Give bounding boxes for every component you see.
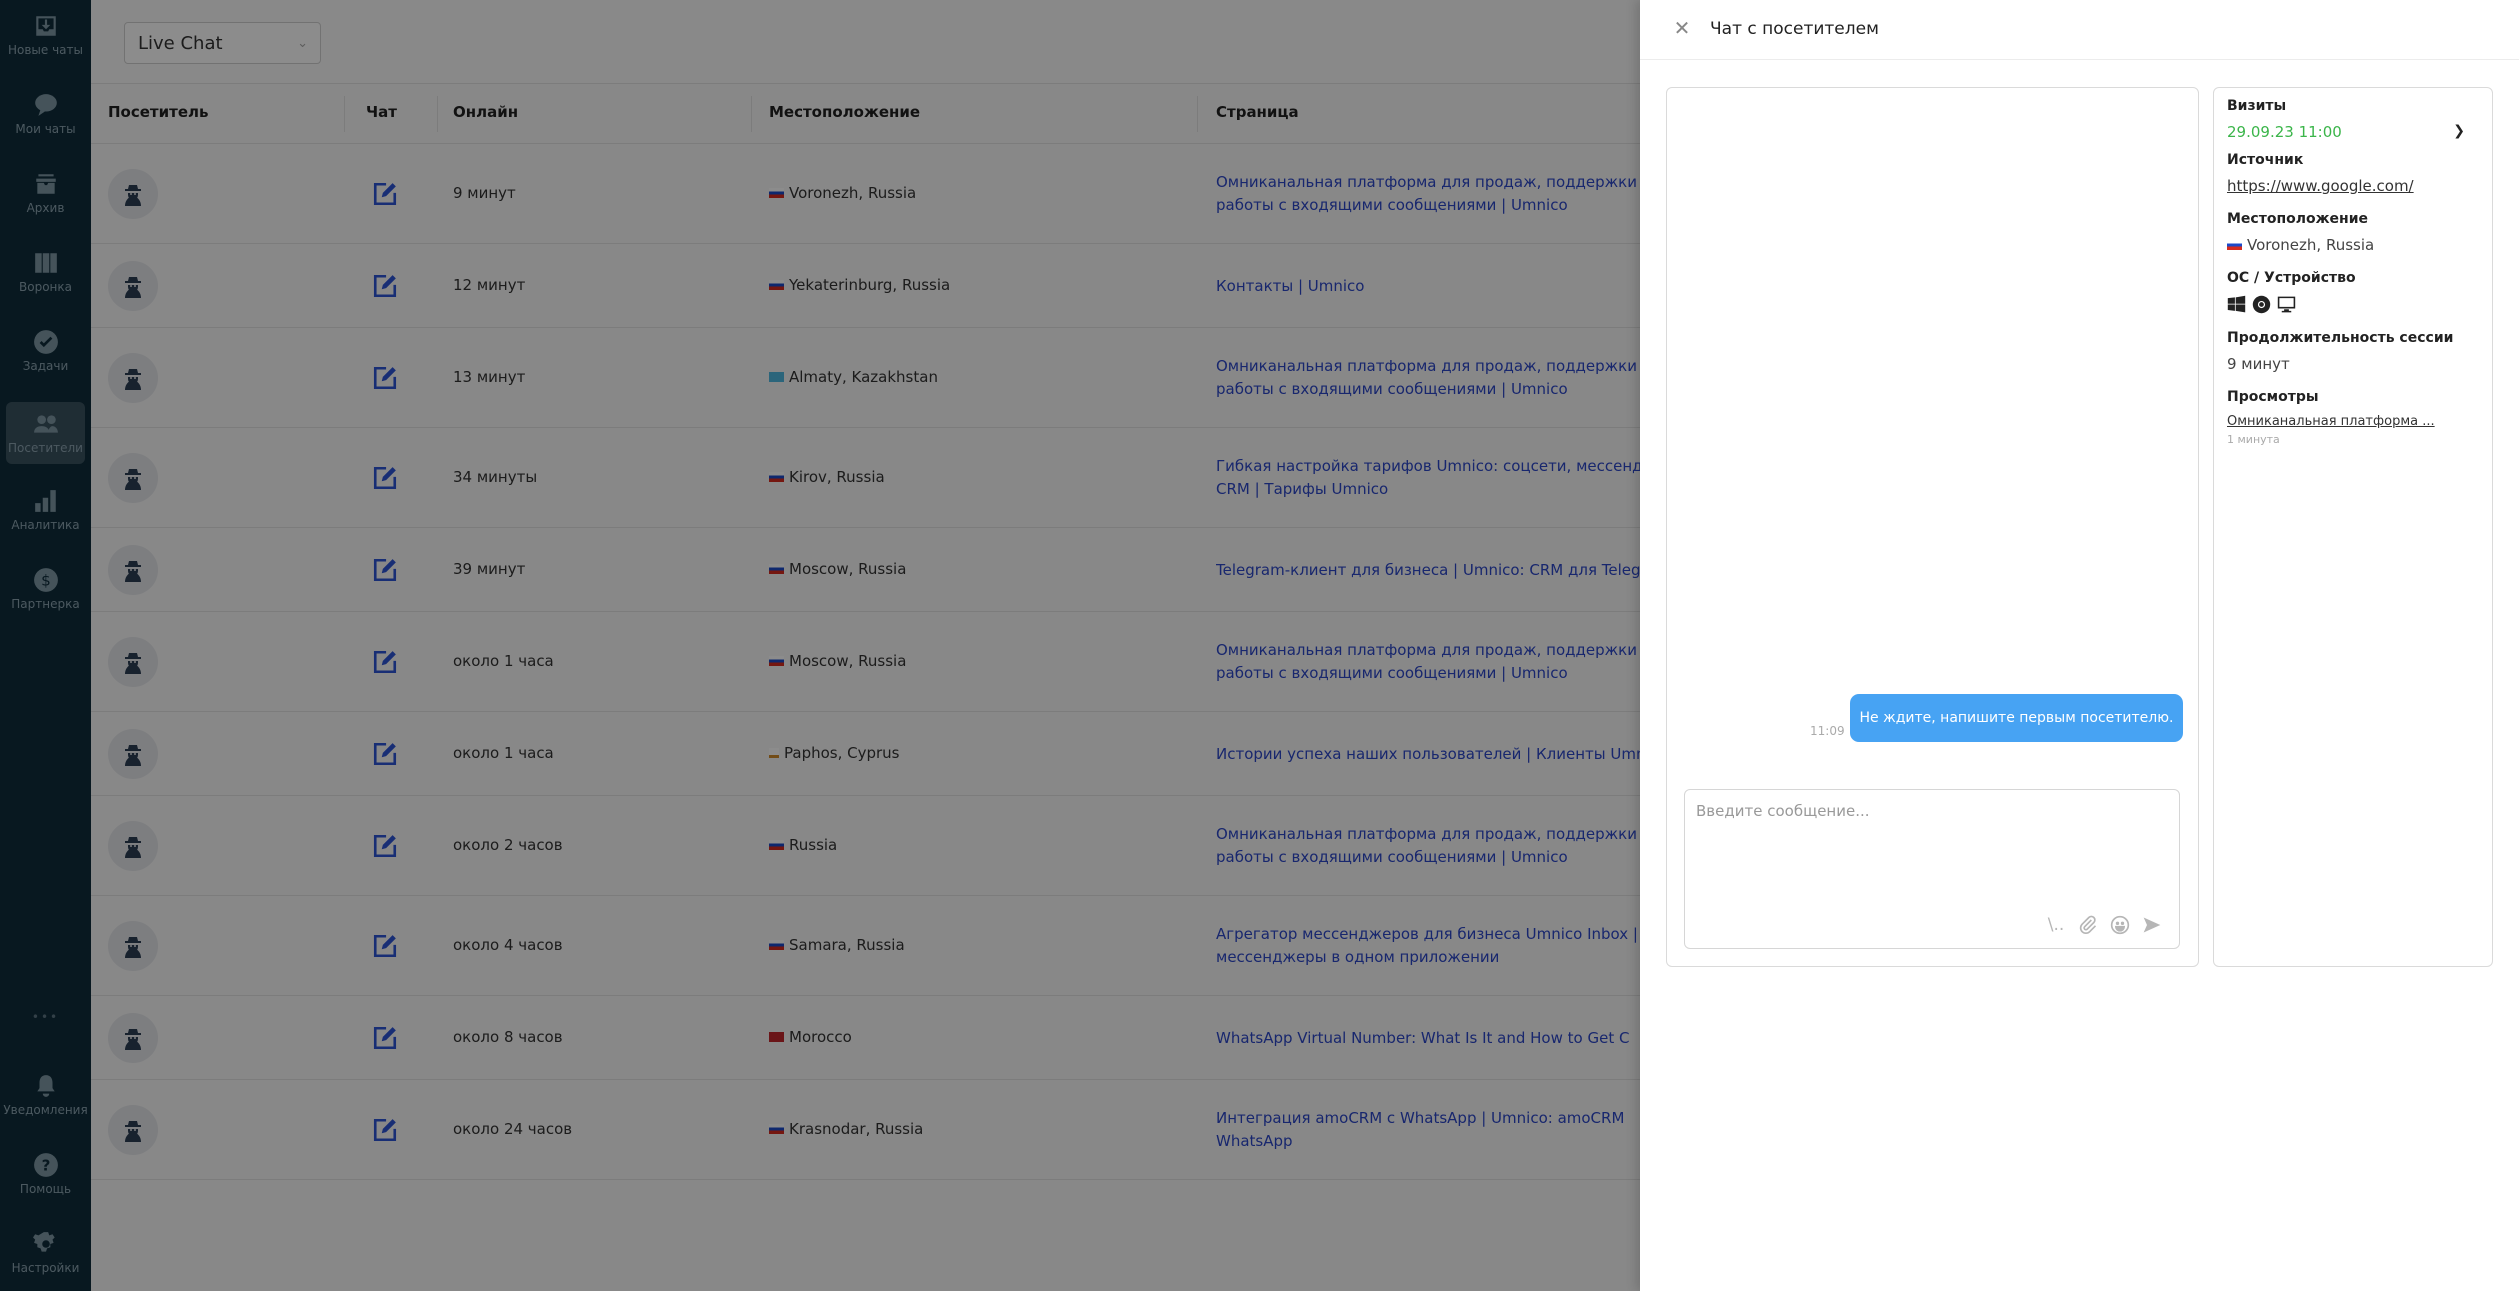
message-bubble: Не ждите, напишите первым посетителю. [1850, 694, 2183, 742]
flag-russia-icon [2227, 240, 2242, 250]
chat-panel: 11:09 Не ждите, напишите первым посетите… [1666, 87, 2199, 967]
desktop-icon [2277, 296, 2296, 313]
visitor-info-panel: Визиты 29.09.23 11:00 ❯ Источник https:/… [2213, 87, 2493, 967]
send-icon[interactable] [2141, 914, 2163, 936]
chrome-icon [2252, 295, 2271, 314]
close-icon[interactable]: ✕ [1672, 18, 1692, 38]
modal-title: Чат с посетителем [1710, 19, 1879, 39]
modal-backdrop[interactable] [0, 0, 1640, 1291]
visit-date: 29.09.23 11:00 [2227, 123, 2342, 141]
source-label: Источник [2227, 152, 2304, 168]
modal-header: ✕ Чат с посетителем [1640, 0, 2519, 60]
view-page-link[interactable]: Омниканальная платформа ... [2227, 414, 2479, 429]
chevron-down-icon[interactable]: ❯ [2453, 123, 2465, 139]
message-input[interactable] [1685, 790, 2179, 900]
view-time: 1 минута [2227, 433, 2280, 446]
windows-icon [2227, 295, 2246, 313]
source-link[interactable]: https://www.google.com/ [2227, 177, 2414, 195]
source-value: https://www.google.com/ [2227, 177, 2479, 195]
composer-toolbar: \.. [2045, 914, 2163, 936]
location-value: Voronezh, Russia [2227, 236, 2479, 254]
session-duration-label: Продолжительность сессии [2227, 330, 2454, 346]
visitor-chat-modal: ✕ Чат с посетителем 11:09 Не ждите, напи… [1640, 0, 2519, 1291]
quick-replies-icon[interactable]: \.. [2045, 914, 2067, 936]
message-text: Не ждите, напишите первым посетителю. [1859, 710, 2174, 726]
message-composer: \.. [1684, 789, 2180, 949]
visit-selector[interactable]: 29.09.23 11:00 ❯ [2227, 123, 2479, 141]
paperclip-icon[interactable] [2077, 914, 2099, 936]
emoji-icon[interactable] [2109, 914, 2131, 936]
os-device-label: ОС / Устройство [2227, 270, 2356, 286]
location-label: Местоположение [2227, 211, 2369, 227]
message-time: 11:09 [1810, 724, 1845, 738]
session-duration-value: 9 минут [2227, 355, 2290, 373]
views-label: Просмотры [2227, 389, 2319, 405]
location-text: Voronezh, Russia [2247, 236, 2375, 254]
visits-label: Визиты [2227, 98, 2287, 114]
os-device-icons [2227, 295, 2479, 314]
